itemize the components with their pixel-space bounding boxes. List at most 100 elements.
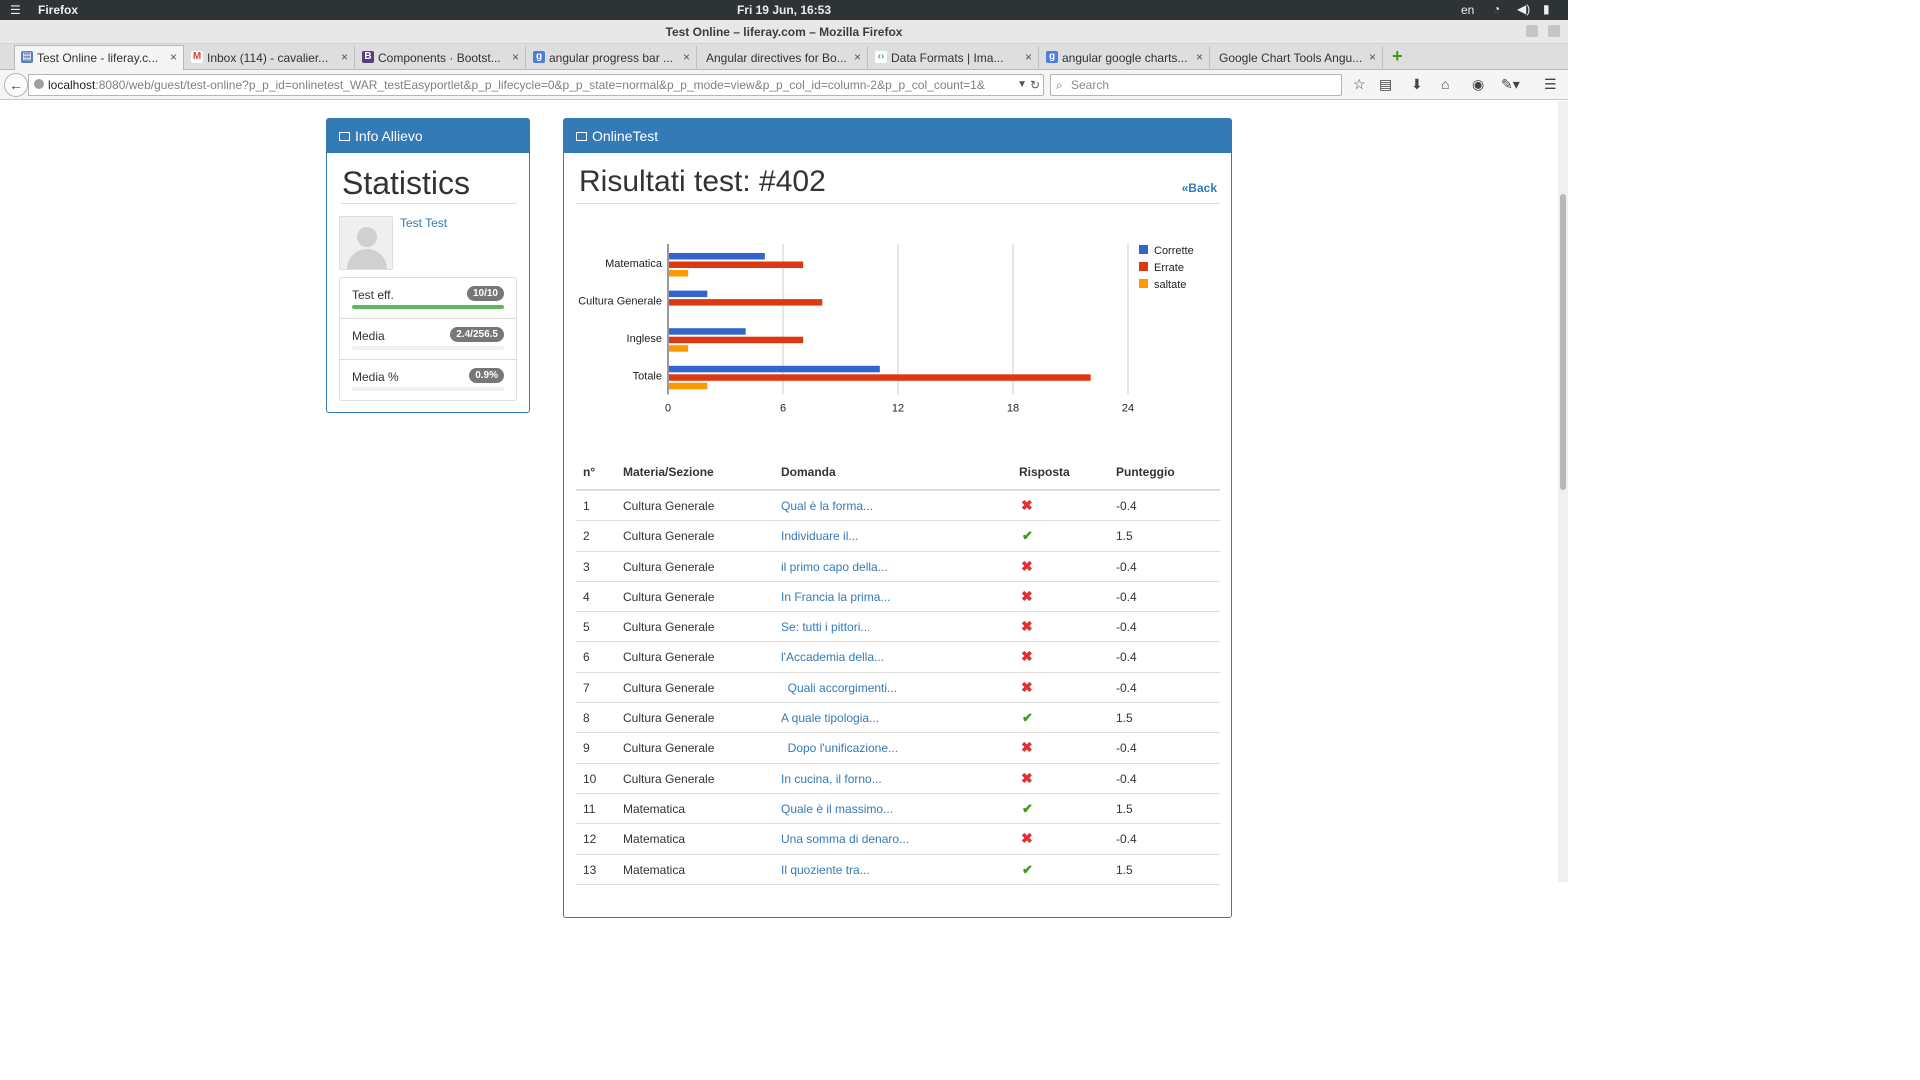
bar-corrette [669, 328, 746, 335]
clock[interactable]: Fri 19 Jun, 16:53 [0, 3, 1568, 17]
keyboard-layout-indicator[interactable]: en [1461, 3, 1474, 17]
tab-test-online[interactable]: ▤ Test Online - liferay.c... × [14, 45, 184, 71]
x-tick-label: 12 [892, 402, 904, 414]
question-link[interactable]: Il quoziente tra... [781, 863, 870, 877]
panel-heading: Info Allievo [327, 119, 529, 153]
table-row: 1 Cultura Generale Qual è la forma... ✖ -0.4 [576, 491, 1220, 522]
minimize-button[interactable] [1526, 25, 1538, 37]
question-link[interactable]: l'Accademia della... [781, 650, 884, 664]
extension-icon[interactable]: ✎▾ [1501, 76, 1520, 93]
table-row: 7 Cultura Generale Quali accorgimenti... ✖… [576, 673, 1220, 704]
wrong-cross-icon: ✖ [1021, 557, 1033, 574]
close-icon[interactable]: × [1369, 50, 1376, 64]
close-window-button[interactable] [1548, 25, 1560, 37]
table-row: 10 Cultura Generale In cucina, il forno...… [576, 764, 1220, 794]
home-icon[interactable]: ⌂ [1441, 76, 1449, 92]
wifi-icon[interactable]: ◔ [1493, 2, 1500, 16]
cell-n: 10 [583, 771, 597, 786]
cell-materia: Cultura Generale [623, 680, 715, 695]
table-row: 8 Cultura Generale A quale tipologia... ✔ 1.… [576, 703, 1220, 734]
question-link[interactable]: Quale è il massimo... [781, 802, 893, 816]
cell-materia: Cultura Generale [623, 741, 715, 756]
url-bar[interactable]: localhost:8080/web/guest/test-online?p_p… [28, 74, 1044, 96]
new-tab-plus-icon[interactable]: + [1392, 46, 1403, 67]
category-label: Totale [633, 371, 662, 383]
system-top-bar: ☰ Firefox Fri 19 Jun, 16:53 en ◔ ◀) ▮ [0, 0, 1568, 20]
header-punteggio: Punteggio [1116, 465, 1175, 479]
table-body: 1 Cultura Generale Qual è la forma... ✖ -0.4… [576, 491, 1220, 885]
tab-angular-directives[interactable]: Angular directives for Bo... × [698, 46, 868, 70]
close-icon[interactable]: × [512, 50, 519, 64]
bar-corrette [669, 290, 708, 298]
panel-heading: OnlineTest [564, 119, 1231, 153]
close-icon[interactable]: × [170, 50, 177, 64]
download-icon[interactable]: ⬇ [1411, 76, 1423, 93]
cell-n: 5 [583, 620, 590, 635]
back-arrow-icon[interactable]: ← [4, 73, 28, 97]
question-link[interactable]: Una somma di denaro... [781, 832, 909, 846]
avatar [339, 216, 393, 270]
cell-punteggio: -0.4 [1116, 650, 1137, 665]
question-link[interactable]: A quale tipologia... [781, 711, 879, 725]
close-icon[interactable]: × [1025, 50, 1032, 64]
cell-punteggio: -0.4 [1116, 771, 1137, 786]
question-link[interactable]: Dopo l'unificazione... [781, 741, 898, 755]
site-info-icon[interactable] [34, 79, 44, 89]
bar-errate [669, 299, 823, 306]
correct-check-icon: ✔ [1022, 528, 1033, 544]
close-icon[interactable]: × [854, 50, 861, 64]
question-link[interactable]: Qual è la forma... [781, 499, 873, 513]
url-dropdown-chevron-icon[interactable]: ▼ [1017, 75, 1027, 95]
battery-icon[interactable]: ▮ [1543, 2, 1550, 16]
stat-badge: 0.9% [469, 368, 504, 383]
info-allievo-panel: Info Allievo Statistics Test Test Test e… [326, 118, 530, 413]
question-link[interactable]: Se: tutti i pittori... [781, 620, 870, 634]
tab-google-chart-tools[interactable]: Google Chart Tools Angu... × [1211, 46, 1383, 70]
open-menu-icon[interactable]: ☰ [1544, 76, 1557, 93]
correct-check-icon: ✔ [1022, 800, 1033, 816]
tab-angular-progress[interactable]: g angular progress bar ... × [527, 46, 697, 70]
table-row: 11 Matematica Quale è il massimo... ✔ 1.5 [576, 794, 1220, 825]
bar-errate [669, 261, 804, 268]
table-row: 9 Cultura Generale Dopo l'unificazione...… [576, 733, 1220, 764]
tab-inbox[interactable]: M Inbox (114) - cavalier... × [185, 46, 355, 70]
question-link[interactable]: In cucina, il forno... [781, 772, 882, 786]
table-row: 6 Cultura Generale l'Accademia della... ✖ -0… [576, 642, 1220, 673]
correct-check-icon: ✔ [1022, 710, 1033, 726]
question-link[interactable]: Individuare il... [781, 529, 858, 543]
question-link[interactable]: il primo capo della... [781, 560, 888, 574]
table-row: 5 Cultura Generale Se: tutti i pittori... ✖… [576, 612, 1220, 643]
cell-n: 7 [583, 680, 590, 695]
reading-list-icon[interactable]: ▤ [1379, 76, 1392, 93]
reload-icon[interactable]: ↻ [1030, 75, 1040, 95]
progress-fill [352, 305, 504, 309]
tab-bootstrap[interactable]: B Components · Bootst... × [356, 46, 526, 70]
close-icon[interactable]: × [683, 50, 690, 64]
page-scrollbar-thumb[interactable] [1560, 194, 1566, 490]
username-link[interactable]: Test Test [400, 216, 447, 230]
search-input[interactable]: ⌕ Search [1050, 74, 1342, 96]
wrong-cross-icon: ✖ [1021, 587, 1033, 604]
back-link[interactable]: «Back [1182, 181, 1217, 195]
chat-icon[interactable]: ◉ [1472, 76, 1484, 93]
question-link[interactable]: Quali accorgimenti... [781, 681, 897, 695]
tab-angular-google-charts[interactable]: g angular google charts... × [1040, 46, 1210, 70]
avatar-head-shape [357, 227, 377, 247]
cell-n: 6 [583, 650, 590, 665]
wrong-cross-icon: ✖ [1021, 497, 1033, 513]
volume-icon[interactable]: ◀) [1517, 2, 1530, 16]
panel-heading-text: OnlineTest [592, 128, 659, 144]
category-label: Matematica [605, 258, 663, 270]
close-icon[interactable]: × [1196, 50, 1203, 64]
tab-label: angular google charts... [1062, 51, 1188, 65]
header-risposta: Risposta [1019, 465, 1070, 479]
stat-label: Media [352, 329, 385, 343]
tab-data-formats[interactable]: ‹› Data Formats | Ima... × [869, 46, 1039, 70]
close-icon[interactable]: × [341, 50, 348, 64]
cell-n: 2 [583, 529, 590, 544]
cell-materia: Matematica [623, 862, 686, 877]
bookmark-star-icon[interactable]: ☆ [1353, 76, 1366, 93]
question-link[interactable]: In Francia la prima... [781, 590, 890, 604]
bar-saltate [669, 345, 689, 352]
wrong-cross-icon: ✖ [1021, 769, 1033, 786]
